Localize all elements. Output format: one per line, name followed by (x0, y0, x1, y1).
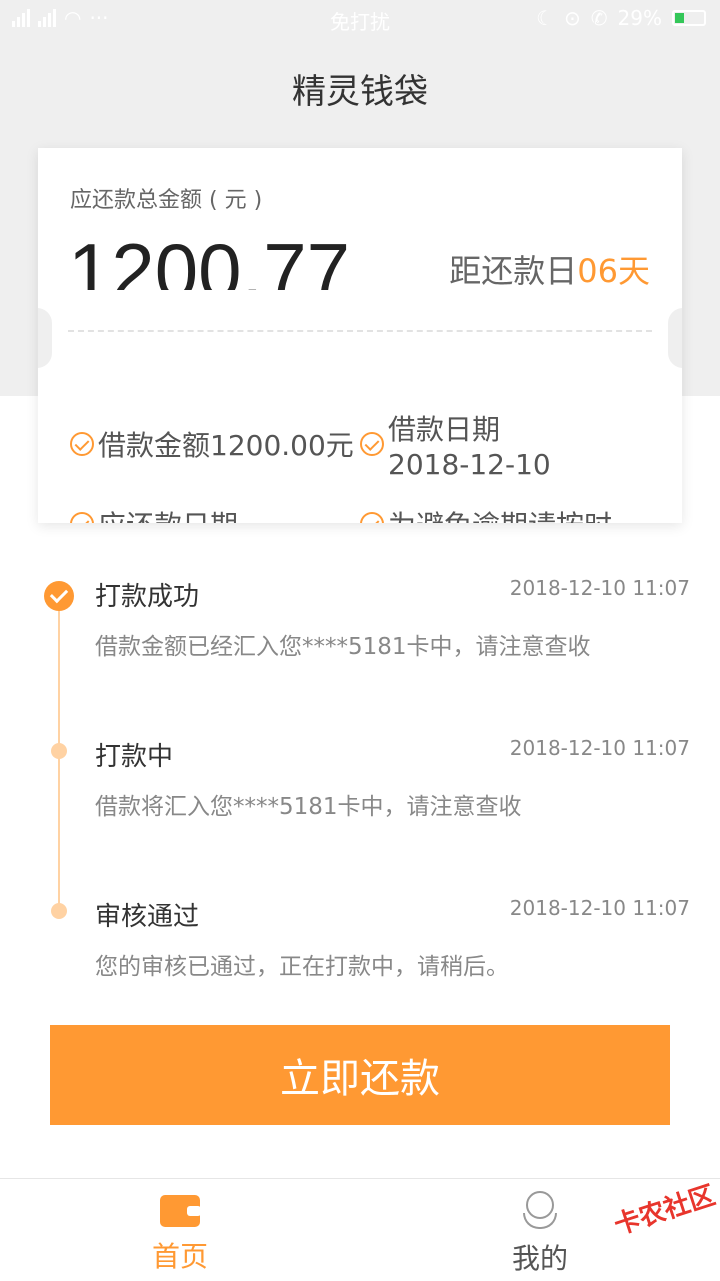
check-circle-icon (70, 432, 94, 456)
person-icon (521, 1191, 559, 1231)
status-bar: ◠ ··· 免打扰 ☾ ⊙ ✆ 29% (0, 0, 720, 36)
card-divider (68, 330, 652, 332)
app-title: 精灵钱袋 (292, 72, 428, 112)
battery-percent: 29% (617, 6, 662, 30)
reminder-row: 为避免逾期请按时 (360, 504, 612, 523)
due-label: 距还款日 (449, 252, 578, 290)
timeline-check-icon (44, 581, 74, 611)
check-circle-icon (70, 512, 94, 523)
reminder-text: 为避免逾期请按时 (388, 504, 612, 523)
check-circle-icon (360, 512, 384, 523)
due-countdown: 距还款日06天 (449, 246, 650, 292)
loan-amount-text: 借款金额1200.00元 (98, 429, 354, 462)
loan-date-value: 2018-12-10 (388, 448, 551, 481)
status-right: ☾ ⊙ ✆ 29% (536, 6, 706, 30)
repay-date-label: 应还款日期 (98, 504, 238, 523)
loan-date-row: 借款日期 2018-12-10 (360, 408, 551, 481)
repay-now-button[interactable]: 立即还款 (50, 1025, 670, 1125)
timeline-time: 2018-12-10 11:07 (509, 576, 690, 600)
timeline-title: 审核通过 (95, 902, 200, 932)
wallet-icon (160, 1195, 201, 1227)
repay-date-row: 应还款日期 (70, 504, 238, 523)
timeline-title: 打款中 (95, 742, 174, 772)
phone-hd-icon: ✆ (590, 6, 608, 30)
loan-amount-row: 借款金额1200.00元 (70, 424, 354, 464)
due-days: 06天 (577, 252, 650, 290)
timeline-desc: 借款将汇入您****5181卡中，请注意查收 (95, 794, 522, 820)
total-amount-wrap: 1200.77 (68, 216, 350, 290)
loan-date-label: 借款日期 (388, 413, 501, 446)
timeline-desc: 您的审核已通过，正在打款中，请稍后。 (95, 954, 509, 980)
location-icon: ⊙ (564, 6, 581, 30)
check-circle-icon (360, 432, 384, 456)
repayment-card: 应还款总金额 ( 元 ) 1200.77 距还款日06天 借款金额1200.00… (38, 148, 682, 523)
moon-icon: ☾ (536, 6, 555, 30)
timeline-desc: 借款金额已经汇入您****5181卡中，请注意查收 (95, 634, 591, 660)
card-notch-left (38, 308, 52, 368)
battery-icon (672, 10, 706, 26)
timeline-dot (51, 903, 67, 919)
nav-home-label: 首页 (151, 1240, 208, 1273)
timeline-time: 2018-12-10 11:07 (509, 896, 690, 920)
bottom-nav: 首页 我的 (0, 1178, 720, 1281)
nav-item-home[interactable]: 首页 (80, 1179, 280, 1275)
timeline-time: 2018-12-10 11:07 (509, 736, 690, 760)
timeline-title: 打款成功 (95, 582, 200, 612)
nav-mine-label: 我的 (511, 1242, 568, 1275)
total-amount: 1200.77 (68, 227, 350, 290)
total-amount-label: 应还款总金额 ( 元 ) (70, 188, 263, 213)
nav-item-mine[interactable]: 我的 (440, 1179, 640, 1277)
card-notch-right (668, 308, 682, 368)
timeline-dot (51, 743, 67, 759)
